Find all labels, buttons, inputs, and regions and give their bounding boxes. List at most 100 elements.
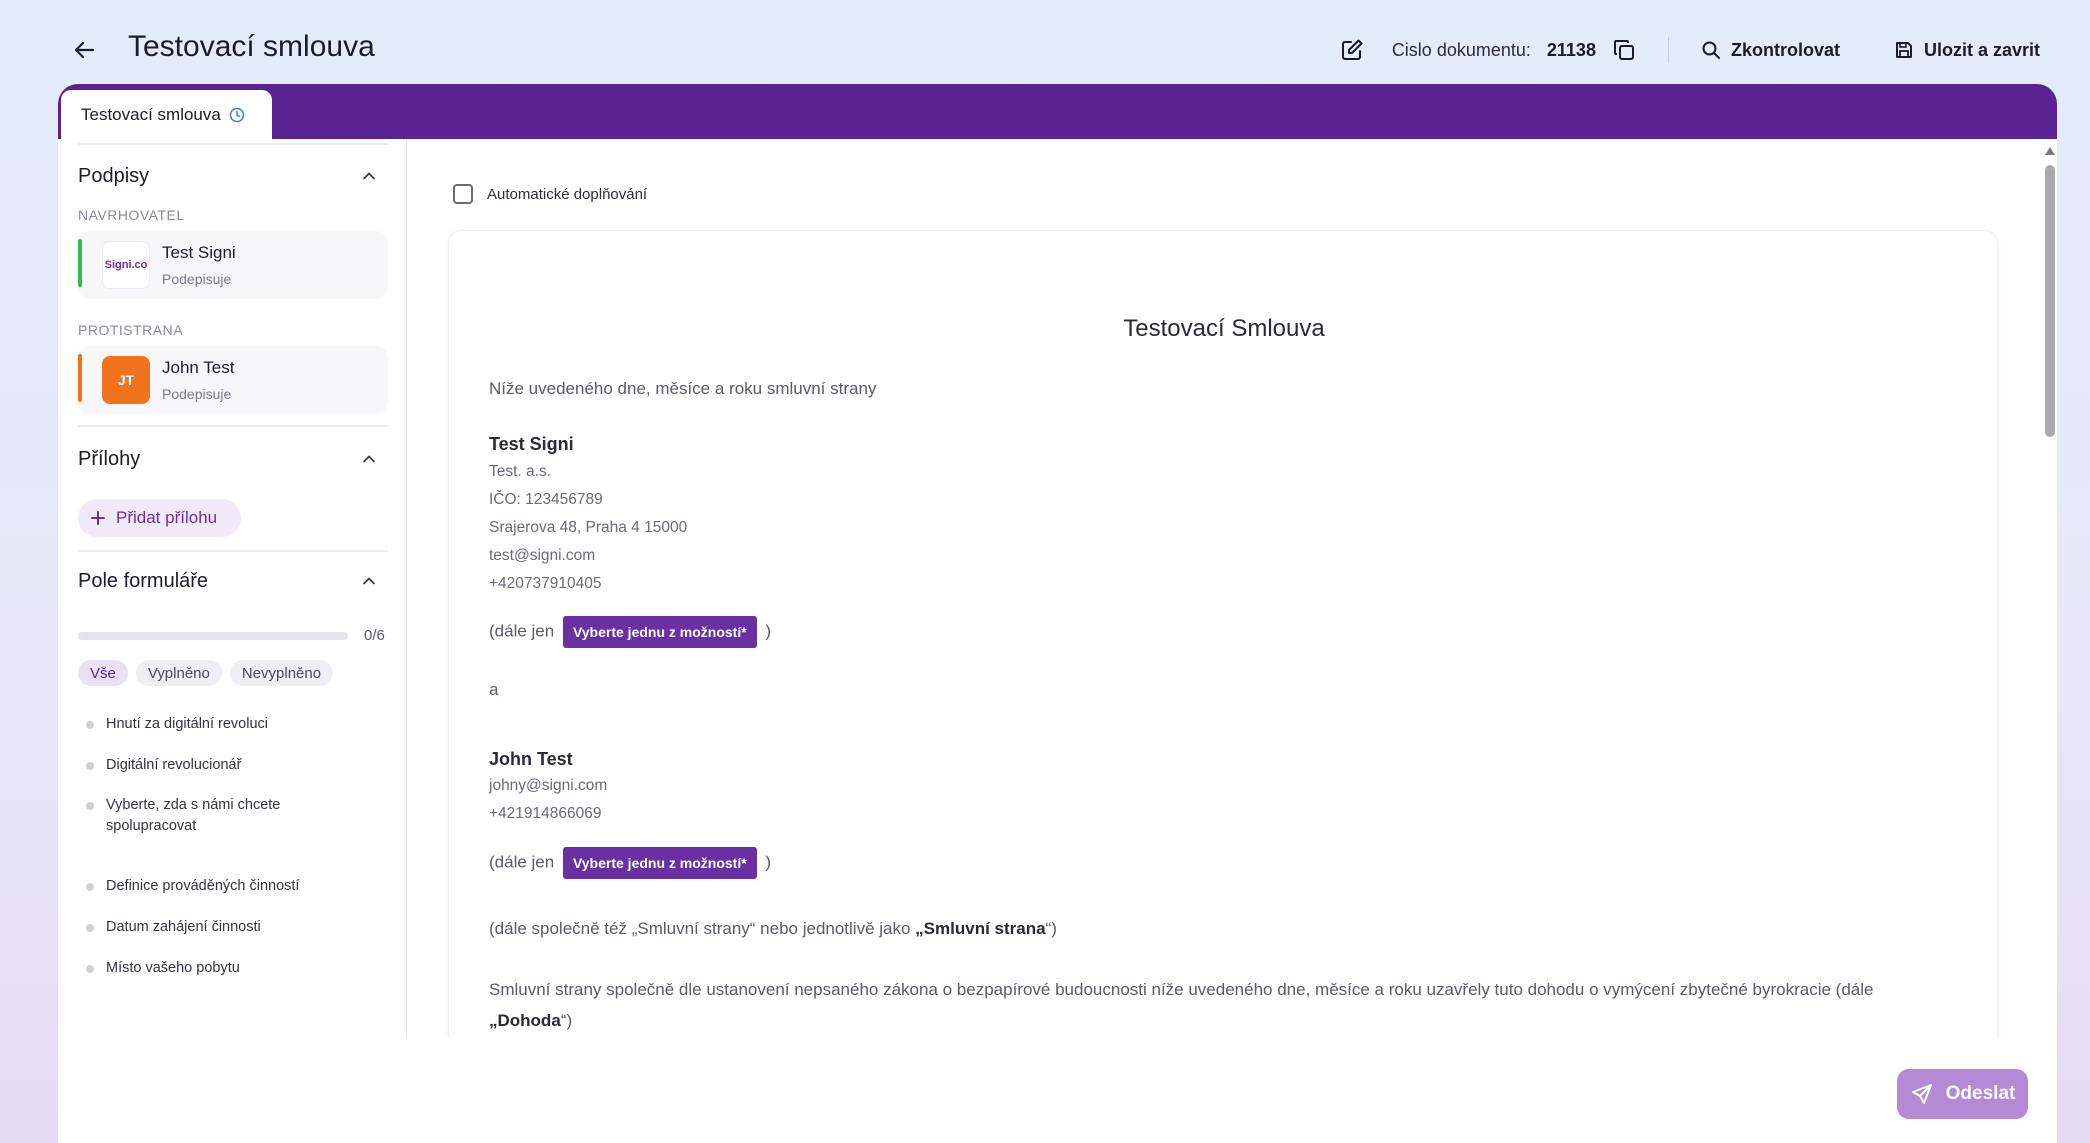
parties-definition: (dále společně též „Smluvní strany“ nebo…	[489, 919, 1057, 939]
save-close-button[interactable]: Ulozit a zavrit	[1894, 40, 2040, 61]
send-button[interactable]: Odeslat	[1897, 1069, 2028, 1119]
attachments-section-header[interactable]: Přílohy	[78, 448, 388, 471]
party1-name: Test Signi	[489, 434, 574, 454]
avatar-logo-text: Signi.co	[104, 259, 148, 271]
signatures-title: Podpisy	[78, 165, 150, 187]
filter-chip-filled[interactable]: Vyplněno	[135, 660, 222, 686]
plus-icon	[91, 511, 105, 525]
counterparty-caption: PROTISTRANA	[78, 322, 184, 338]
signer-card-proposer[interactable]: Signi.co Test Signi Podepisuje	[78, 231, 388, 299]
form-field-label: Digitální revolucionář	[106, 757, 242, 773]
agreement-line-1: Smluvní strany společně dle ustanovení n…	[489, 980, 1874, 999]
signer-card-counterparty[interactable]: JT John Test Podepisuje	[78, 346, 388, 414]
field-status-dot	[86, 883, 94, 891]
form-field-item[interactable]: Definice prováděných činností	[86, 876, 299, 897]
document-title: Testovací Smlouva	[1123, 315, 1325, 342]
dale-jen-text: (dále jen	[489, 852, 555, 872]
and-text: a	[489, 680, 499, 699]
form-field-item[interactable]: Místo vašeho pobytu	[86, 958, 240, 979]
app-header: Testovací smlouva Cislo dokumentu: 21138…	[0, 0, 2090, 84]
form-field-item[interactable]: Hnutí za digitální revoluci	[86, 714, 268, 735]
auto-fill-label: Automatické doplňování	[487, 185, 648, 203]
doc-number-value: 21138	[1546, 39, 1596, 60]
proposer-caption: NAVRHOVATEL	[78, 207, 185, 223]
edit-title-button[interactable]	[1340, 38, 1364, 62]
document-number: Cislo dokumentu: 21138	[1392, 40, 1596, 61]
sidebar-divider	[78, 550, 388, 552]
party2-designation: (dále jen Vyberte jednu z možností* )	[489, 847, 771, 879]
check-button[interactable]: Zkontrolovat	[1701, 40, 1840, 61]
send-label: Odeslat	[1945, 1083, 2016, 1104]
doc-number-label: Cislo dokumentu:	[1391, 39, 1531, 60]
agreement-line-2: „Dohoda“)	[489, 1011, 572, 1031]
form-fields-section-header[interactable]: Pole formuláře	[78, 570, 388, 593]
scrollbar-thumb[interactable]	[2045, 165, 2055, 437]
form-field-item[interactable]: Vyberte, zda s námi chcete spolupracovat	[86, 795, 336, 837]
party2-phone: +421914866069	[489, 805, 602, 822]
signatures-section-header[interactable]: Podpisy	[78, 165, 388, 188]
field-filter-chips: Vše Vyplněno Nevyplněno	[78, 660, 334, 686]
filter-chip-all[interactable]: Vše	[78, 660, 128, 686]
send-icon	[1911, 1084, 1932, 1104]
save-close-label: Ulozit a zavrit	[1923, 39, 2040, 60]
search-icon	[1702, 41, 1720, 59]
add-attachment-button[interactable]: Přidat přílohu	[78, 499, 241, 537]
signer-status-bar	[78, 354, 82, 402]
parties-text-end: “)	[1045, 919, 1057, 938]
scroll-up-arrow[interactable]	[2045, 147, 2055, 155]
party1-phone: +420737910405	[489, 575, 602, 592]
signer-name: John Test	[162, 358, 235, 377]
agreement-bold: „Dohoda	[489, 1011, 561, 1030]
signer-status: Podepisuje	[162, 386, 232, 402]
form-field-item[interactable]: Datum zahájení činnosti	[86, 917, 261, 938]
field-status-dot	[86, 802, 94, 810]
form-field-label: Místo vašeho pobytu	[106, 960, 240, 976]
sidebar-divider	[78, 143, 388, 145]
party2-role-select[interactable]: Vyberte jednu z možností*	[562, 847, 757, 879]
back-button[interactable]	[68, 34, 100, 66]
form-progress-bar	[78, 632, 348, 640]
tab-bar: Testovací smlouva	[58, 84, 2057, 139]
tab-document[interactable]: Testovací smlouva	[61, 90, 272, 139]
form-fields-title: Pole formuláře	[78, 570, 209, 592]
clock-icon	[229, 107, 245, 122]
party1-ico: IČO: 123456789	[489, 491, 603, 508]
field-status-dot	[86, 721, 94, 729]
party1-email: test@signi.com	[489, 547, 596, 564]
attachments-title: Přílohy	[78, 448, 141, 470]
footer-bar	[58, 1038, 2057, 1143]
party2-name: John Test	[489, 749, 573, 769]
arrow-left-icon	[74, 41, 95, 59]
add-attachment-label: Přidat přílohu	[116, 508, 218, 527]
chevron-up-icon[interactable]	[362, 169, 376, 183]
party1-role-select[interactable]: Vyberte jednu z možností*	[562, 616, 757, 648]
copy-doc-number-button[interactable]	[1612, 38, 1636, 62]
tab-label: Testovací smlouva	[81, 104, 221, 124]
copy-icon	[1613, 40, 1634, 60]
chevron-up-icon[interactable]	[362, 452, 376, 466]
party2-email: johny@signi.com	[489, 777, 608, 794]
document-scrollbar[interactable]	[2043, 139, 2057, 1118]
header-actions: Cislo dokumentu: 21138 Zkontrolovat Uloz…	[1340, 30, 2040, 70]
form-progress-count: 0/6	[364, 627, 385, 644]
form-field-item[interactable]: Digitální revolucionář	[86, 755, 241, 776]
filter-chip-unfilled[interactable]: Nevyplněno	[229, 660, 334, 686]
avatar-initials: JT	[117, 372, 135, 388]
sidebar: Podpisy NAVRHOVATEL Signi.co Test Signi …	[58, 139, 407, 1118]
document-area: Automatické doplňování Testovací Smlouva…	[408, 139, 2043, 1118]
field-status-dot	[86, 965, 94, 973]
party1-company: Test. a.s.	[489, 463, 552, 480]
close-paren: )	[765, 852, 772, 872]
editor-card: Testovací smlouva Podpisy NAVRHOVATEL Si…	[58, 84, 2057, 1143]
field-status-dot	[86, 762, 94, 770]
sidebar-divider	[78, 425, 388, 427]
avatar: Signi.co	[102, 241, 150, 289]
intro-text: Níže uvedeného dne, měsíce a roku smluvn…	[489, 379, 877, 398]
document-paper: Testovací Smlouva Níže uvedeného dne, mě…	[448, 230, 1998, 1118]
chevron-up-icon[interactable]	[362, 574, 376, 588]
signer-status: Podepisuje	[162, 271, 232, 287]
edit-icon	[1341, 39, 1363, 60]
page-title: Testovací smlouva	[128, 30, 375, 63]
auto-fill-toggle[interactable]: Automatické doplňování	[453, 184, 647, 204]
auto-fill-checkbox[interactable]	[453, 184, 473, 204]
